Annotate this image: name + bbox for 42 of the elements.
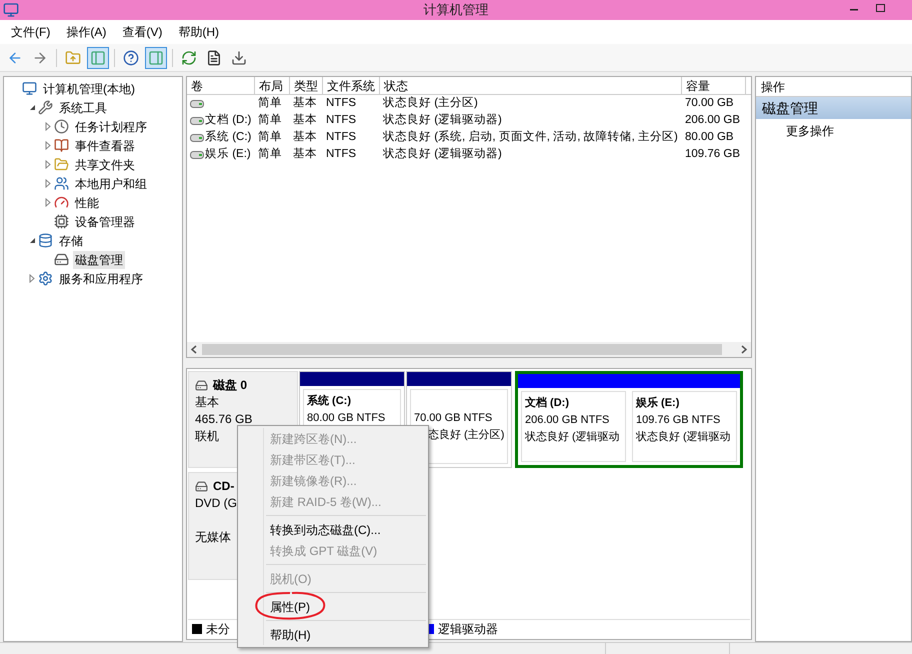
table-cell-text: 文档 (D:) <box>205 112 252 128</box>
table-cell-text: 基本 <box>293 130 317 145</box>
table-cell-text: 状态良好 (逻辑驱动器) <box>383 112 502 128</box>
partition-size: 206.00 GB NTFS <box>525 413 610 428</box>
partition-status: 状态良好 (逻辑驱动 <box>525 430 620 445</box>
table-cell-text: NTFS <box>326 96 356 111</box>
table-cell-text: 基本 <box>293 112 317 128</box>
table-cell-text: NTFS <box>326 146 356 162</box>
partition-status: 状态良好 (逻辑驱动 <box>636 430 731 445</box>
legend-label: 逻辑驱动器 <box>438 620 498 638</box>
table-cell-text: 状态良好 (系统, 启动, 页面文件, 活动, 故障转储, 主分区) <box>383 129 678 145</box>
table-cell-text: NTFS <box>326 130 356 145</box>
table-cell-text: 基本 <box>293 96 317 111</box>
table-cell-text: 简单 <box>258 130 282 145</box>
table-cell-text: 状态良好 (主分区) <box>383 95 478 111</box>
table-cell-text: NTFS <box>326 112 356 128</box>
partition-size: 109.76 GB NTFS <box>636 413 720 428</box>
disk-info: 无媒体 <box>195 529 231 546</box>
window-title: 计算机管理 <box>424 1 488 20</box>
table-cell-text: 109.76 GB <box>685 146 740 162</box>
table-cell-text: 简单 <box>258 146 282 162</box>
disk-info: 基本 <box>195 394 219 411</box>
legend-label: 未分 <box>206 620 230 638</box>
disk-name: 磁盘 0 <box>213 377 248 394</box>
disk-info: DVD (G <box>195 495 237 512</box>
table-cell-text: 70.00 GB <box>685 96 734 111</box>
partition-name: 文档 (D:) <box>525 396 569 411</box>
disk-name: CD- <box>213 478 234 495</box>
table-cell-text: 206.00 GB <box>685 112 740 128</box>
table-cell-text: 简单 <box>258 96 282 111</box>
partition-name: 系统 (C:) <box>307 394 351 409</box>
partition-size: 70.00 GB NTFS <box>414 411 492 426</box>
partition-name: 娱乐 (E:) <box>636 396 680 411</box>
table-cell-text: 基本 <box>293 146 317 162</box>
table-cell-text: 80.00 GB <box>685 130 734 145</box>
table-cell-text: 状态良好 (逻辑驱动器) <box>383 146 502 162</box>
disk-info: 联机 <box>195 428 219 445</box>
disk-info: 465.76 GB <box>195 411 252 428</box>
table-cell-text: 简单 <box>258 112 282 128</box>
table-cell-text: 系统 (C:) <box>205 129 252 145</box>
partition-size: 80.00 GB NTFS <box>307 411 386 426</box>
table-cell-text: 娱乐 (E:) <box>205 146 251 162</box>
